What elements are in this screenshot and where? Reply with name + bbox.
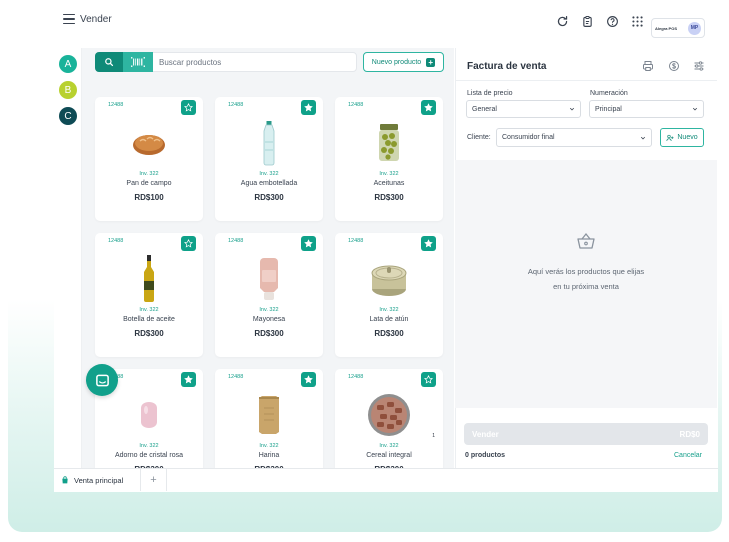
tuna-can-icon	[335, 255, 443, 303]
product-card[interactable]: 12488 Inv. 322 Botella de aceite RD$300	[95, 233, 203, 357]
favorite-star-icon[interactable]	[181, 372, 196, 387]
favorite-star-icon[interactable]	[301, 236, 316, 251]
product-name: Agua embotellada	[240, 180, 298, 187]
add-tab-button[interactable]: +	[141, 469, 167, 491]
tab-venta-principal[interactable]: Venta principal	[54, 469, 141, 491]
product-inventory: Inv. 322	[259, 307, 279, 313]
product-card[interactable]: 12488 Inv. 322 Agua embotellada RD$300	[215, 97, 323, 221]
product-quantity: 1	[432, 433, 435, 439]
product-price: RD$300	[374, 193, 404, 202]
numbering-select[interactable]: Principal	[589, 100, 704, 118]
invoice-title: Factura de venta	[467, 61, 547, 72]
chat-support-button[interactable]	[86, 364, 118, 396]
product-name: Pan de campo	[126, 180, 172, 187]
product-inventory: Inv. 322	[259, 171, 279, 177]
favorite-star-icon[interactable]	[301, 100, 316, 115]
sell-label: Vender	[472, 429, 499, 439]
price-list-value: General	[472, 105, 497, 113]
print-icon[interactable]	[642, 60, 654, 72]
product-card[interactable]: 12488 Inv. 322 Aceitunas RD$300	[335, 97, 443, 221]
product-name: Mayonesa	[252, 316, 286, 323]
chevron-down-icon	[692, 107, 698, 111]
product-name: Botella de aceite	[123, 316, 175, 323]
product-price: RD$300	[374, 329, 404, 338]
settings-sliders-icon[interactable]	[693, 60, 705, 72]
favorite-star-icon[interactable]	[301, 372, 316, 387]
product-code: 12488	[108, 102, 124, 108]
favorite-star-icon[interactable]	[181, 236, 196, 251]
product-card[interactable]: 12488 Inv. 322 Pan de campo RD$100	[95, 97, 203, 221]
oil-bottle-icon	[95, 255, 203, 303]
product-code: 12488	[228, 374, 244, 380]
product-inventory: Inv. 322	[379, 171, 399, 177]
chevron-down-icon	[640, 136, 646, 139]
chevron-down-icon	[569, 107, 575, 111]
product-card[interactable]: 12488 Inv. 322 Lata de atún RD$300	[335, 233, 443, 357]
bread-icon	[95, 119, 203, 167]
product-inventory: Inv. 322	[139, 443, 159, 449]
product-inventory: Inv. 322	[259, 443, 279, 449]
product-inventory: Inv. 322	[139, 171, 159, 177]
product-card[interactable]: 12488Inv. 322HarinaRD$300	[215, 369, 323, 468]
mayo-bottle-icon	[215, 255, 323, 303]
product-code: 12488	[348, 102, 364, 108]
favorite-star-icon[interactable]	[421, 100, 436, 115]
product-name: Aceitunas	[373, 180, 405, 187]
currency-icon[interactable]	[668, 60, 680, 72]
product-code: 12488	[108, 238, 124, 244]
favorite-star-icon[interactable]	[181, 100, 196, 115]
product-price: RD$300	[134, 329, 164, 338]
product-price: RD$300	[254, 329, 284, 338]
sell-button[interactable]: Vender RD$0	[464, 423, 708, 445]
numbering-value: Principal	[595, 105, 622, 113]
product-name: Adorno de cristal rosa	[114, 452, 184, 459]
divider	[455, 80, 717, 81]
tab-label: Venta principal	[74, 475, 124, 485]
product-name: Lata de atún	[369, 316, 409, 323]
flour-bag-icon	[215, 391, 323, 439]
cancel-link[interactable]: Cancelar	[674, 452, 702, 459]
client-select[interactable]: Consumidor final	[496, 128, 652, 147]
product-code: 12488	[348, 238, 364, 244]
product-code: 12488	[228, 102, 244, 108]
shopping-bag-icon	[62, 476, 68, 484]
product-count: 0 productos	[465, 452, 506, 459]
product-card[interactable]: 12488 Inv. 322 Mayonesa RD$300	[215, 233, 323, 357]
product-inventory: Inv. 322	[379, 307, 399, 313]
product-code: 12488	[228, 238, 244, 244]
chat-icon	[95, 374, 109, 386]
favorite-star-icon[interactable]	[421, 372, 436, 387]
product-price: RD$300	[254, 193, 284, 202]
basket-icon	[577, 232, 595, 249]
product-inventory: Inv. 322	[139, 307, 159, 313]
new-client-label: Nuevo	[677, 134, 698, 141]
product-name: Harina	[258, 452, 280, 459]
price-list-select[interactable]: General	[466, 100, 581, 118]
client-value: Consumidor final	[502, 134, 555, 141]
water-bottle-icon	[215, 119, 323, 167]
product-inventory: Inv. 322	[379, 443, 399, 449]
olives-jar-icon	[335, 119, 443, 167]
sell-total: RD$0	[679, 429, 700, 439]
empty-message-line: en tu próxima venta	[553, 282, 619, 291]
price-list-label: Lista de precio	[467, 90, 513, 97]
product-code: 12488	[348, 374, 364, 380]
empty-message-line: Aquí verás los productos que elijas	[527, 267, 645, 276]
numbering-label: Numeración	[590, 90, 628, 97]
new-client-button[interactable]: Nuevo	[660, 128, 704, 147]
product-name: Cereal integral	[366, 452, 412, 459]
product-card[interactable]: 124881Inv. 322Cereal integralRD$300	[335, 369, 443, 468]
pink-ornament-icon	[95, 391, 203, 439]
cereal-bowl-icon	[335, 391, 443, 439]
empty-cart-message: Aquí verás los productos que elijas en t…	[470, 264, 702, 294]
favorite-star-icon[interactable]	[421, 236, 436, 251]
client-label: Cliente:	[467, 134, 491, 141]
product-price: RD$100	[134, 193, 164, 202]
add-user-icon	[666, 134, 674, 141]
